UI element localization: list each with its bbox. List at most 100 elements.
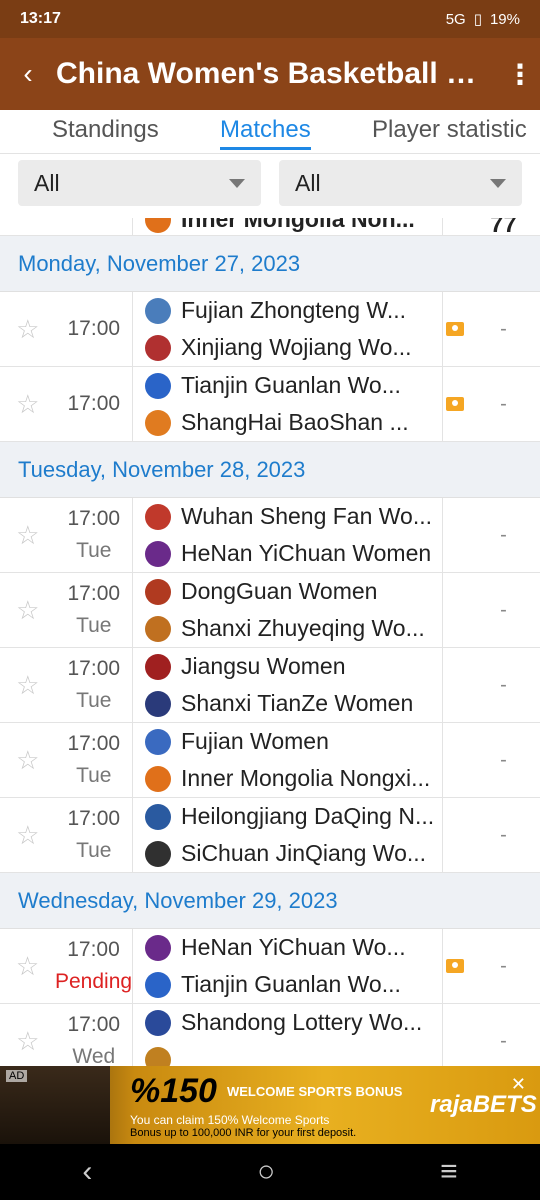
match-row[interactable]: ☆ 17:00 Tue Heilongjiang DaQing N... SiChuan…	[0, 798, 540, 873]
team-label: Fujian Zhongteng W...	[181, 297, 407, 323]
match-row[interactable]: ☆ 17:00 Pending HeNan YiChuan Wo... Tianjin …	[0, 929, 540, 1004]
team-label: Shanxi TianZe Women	[181, 690, 414, 716]
star-icon[interactable]: ☆	[0, 595, 56, 626]
teams: Tianjin Guanlan Wo... ShangHai BaoShan ..…	[133, 367, 443, 441]
tab-matches[interactable]: Matches	[220, 110, 311, 150]
match-row[interactable]: ☆ 17:00 Tue Wuhan Sheng Fan Wo... HeNan YiCh…	[0, 498, 540, 573]
team-logo-icon	[145, 372, 171, 399]
close-icon[interactable]: ✕	[511, 1074, 526, 1095]
star-icon[interactable]: ☆	[0, 314, 56, 345]
nav-back-icon[interactable]: ‹	[82, 1155, 92, 1189]
team-logo-icon	[145, 653, 171, 680]
teams: Fujian Zhongteng W... Xinjiang Wojiang Wo…	[133, 292, 443, 366]
match-left: ☆ 17:00 Tue	[0, 648, 133, 722]
battery-level: 19%	[489, 10, 520, 28]
match-left: ☆ 17:00 Tue	[0, 498, 133, 572]
date-header: Wednesday, November 29, 2023	[0, 873, 540, 929]
tab-player-statistics[interactable]: Player statistic	[372, 110, 527, 144]
match-row[interactable]: ☆ 17:00 Fujian Zhongteng W... Xinjiang Woji…	[0, 292, 540, 367]
team-label: HeNan YiChuan Women	[181, 540, 432, 566]
score: -	[500, 954, 507, 977]
score: -	[500, 598, 507, 621]
filter-value: All	[295, 169, 321, 196]
team-label: HeNan YiChuan Wo...	[181, 934, 406, 960]
score: -	[500, 392, 507, 415]
star-icon[interactable]: ☆	[0, 670, 56, 701]
star-icon[interactable]: ☆	[0, 745, 56, 776]
tab-standings[interactable]: Standings	[52, 110, 159, 144]
live-stream-icon	[443, 573, 467, 647]
partial-match-row[interactable]: Inner Mongolia Non... 77	[0, 218, 540, 238]
team-logo-icon	[145, 934, 171, 961]
match-row[interactable]: ☆ 17:00 Tue Jiangsu Women Shanxi TianZe Wome…	[0, 648, 540, 723]
match-status: Tue	[76, 614, 112, 637]
team-label: Tianjin Guanlan Wo...	[181, 372, 401, 398]
home-team: HeNan YiChuan Wo...	[145, 934, 442, 961]
arrow-back-icon[interactable]: ‹	[0, 58, 56, 90]
score: -	[500, 1029, 507, 1052]
match-time: 17:00 Tue	[56, 653, 132, 717]
match-row[interactable]: ☆ 17:00 Tue Fujian Women Inner Mongolia Nong…	[0, 723, 540, 798]
live-stream-icon	[443, 929, 467, 1003]
match-time: 17:00	[56, 313, 132, 345]
team-logo-icon	[145, 409, 171, 436]
live-stream-icon	[443, 367, 467, 441]
away-team: Inner Mongolia Nongxi...	[145, 765, 442, 792]
teams: DongGuan Women Shanxi Zhuyeqing Wo...	[133, 573, 443, 647]
live-stream-icon	[443, 648, 467, 722]
home-team: DongGuan Women	[145, 578, 442, 605]
more-vert-icon[interactable]: ⋮	[500, 58, 540, 91]
teams: Fujian Women Inner Mongolia Nongxi...	[133, 723, 443, 797]
home-team: Fujian Women	[145, 728, 442, 755]
ad-banner[interactable]: AD %150 WELCOME SPORTS BONUS You can cla…	[0, 1066, 540, 1144]
team-label: Tianjin Guanlan Wo...	[181, 971, 401, 997]
match-time: 17:00 Tue	[56, 803, 132, 867]
score: 77	[490, 218, 517, 238]
teams: Jiangsu Women Shanxi TianZe Women	[133, 648, 443, 722]
star-icon[interactable]: ☆	[0, 820, 56, 851]
caret-down-icon	[229, 178, 245, 188]
star-icon[interactable]: ☆	[0, 520, 56, 551]
live-stream-icon	[443, 498, 467, 572]
match-row[interactable]: ☆ 17:00 Tue DongGuan Women Shanxi Zhuyeqing …	[0, 573, 540, 648]
nav-recents-icon[interactable]: ≡	[440, 1155, 458, 1189]
match-row[interactable]: ☆ 17:00 Wed Shandong Lottery Wo... -	[0, 1004, 540, 1066]
match-list[interactable]: Inner Mongolia Non... 77 Monday, Novembe…	[0, 218, 540, 1066]
kickoff-time: 17:00	[67, 317, 121, 340]
team-label: Wuhan Sheng Fan Wo...	[181, 503, 433, 529]
kickoff-time: 17:00	[67, 392, 121, 415]
team-logo-icon	[145, 765, 171, 792]
ad-line3: Bonus up to 100,000 INR for your first d…	[130, 1126, 357, 1139]
filter-dropdown-1[interactable]: All	[18, 160, 261, 206]
home-team: Wuhan Sheng Fan Wo...	[145, 503, 442, 530]
match-time: 17:00 Tue	[56, 578, 132, 642]
nav-home-icon[interactable]: ○	[257, 1155, 275, 1189]
team-logo-icon	[145, 1046, 171, 1066]
live-stream-icon	[443, 723, 467, 797]
team-logo-icon	[145, 540, 171, 567]
home-team: Fujian Zhongteng W...	[145, 297, 442, 324]
date-header: Tuesday, November 28, 2023	[0, 442, 540, 498]
filter-dropdown-2[interactable]: All	[279, 160, 522, 206]
match-time: 17:00 Wed	[56, 1009, 132, 1066]
filters: All All	[0, 160, 540, 218]
battery-icon: ▯	[473, 11, 482, 28]
match-time: 17:00 Tue	[56, 728, 132, 792]
ad-text: %150 WELCOME SPORTS BONUS You can claim …	[110, 1072, 430, 1139]
match-row[interactable]: ☆ 17:00 Tianjin Guanlan Wo... ShangHai BaoS…	[0, 367, 540, 442]
ad-label: AD	[6, 1070, 28, 1082]
team-logo-icon	[145, 297, 171, 324]
match-status: Tue	[76, 689, 112, 712]
star-icon[interactable]: ☆	[0, 389, 56, 420]
team-label: Shanxi Zhuyeqing Wo...	[181, 615, 425, 641]
team-logo-icon	[145, 334, 171, 361]
team-logo-icon	[145, 803, 171, 830]
away-team: Shanxi TianZe Women	[145, 690, 442, 717]
star-icon[interactable]: ☆	[0, 951, 55, 982]
kickoff-time: 17:00	[67, 657, 121, 680]
match-status: Tue	[76, 764, 112, 787]
tab-bar: Standings Matches Player statistic	[0, 110, 540, 154]
star-icon[interactable]: ☆	[0, 1026, 56, 1057]
team-label: Heilongjiang DaQing N...	[181, 803, 435, 829]
match-left: ☆ 17:00 Tue	[0, 798, 133, 872]
